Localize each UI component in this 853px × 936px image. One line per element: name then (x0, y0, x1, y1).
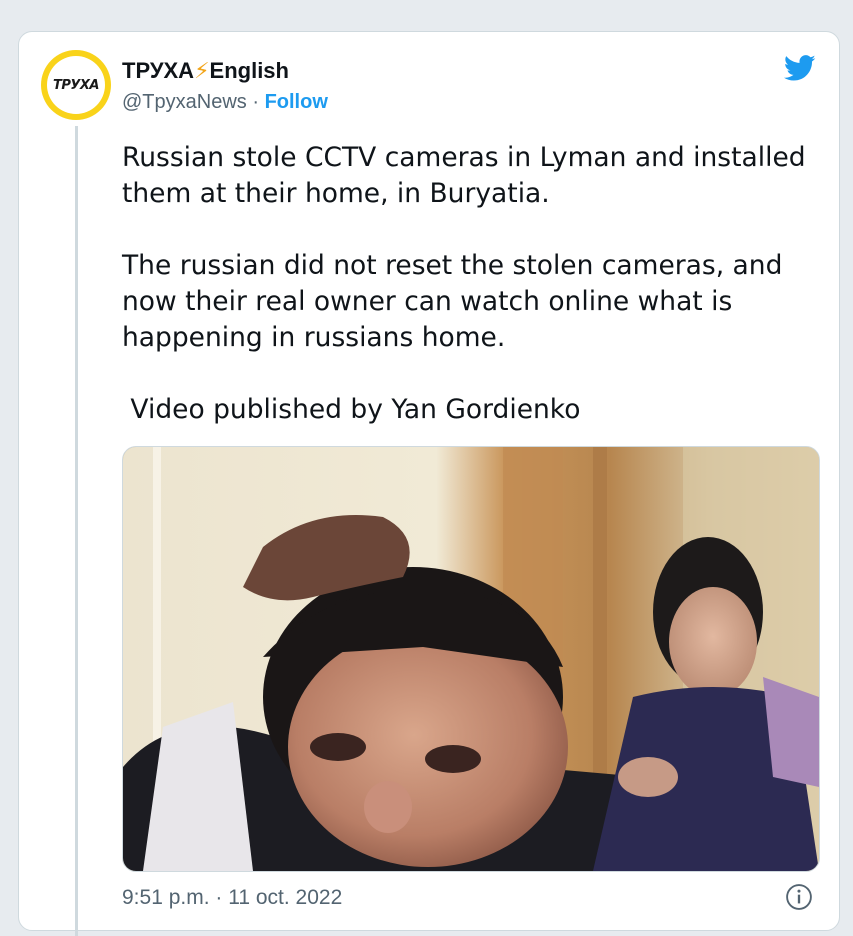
tweet-line: The russian did not reset the stolen cam… (122, 250, 783, 281)
tweet-line: Russian stole CCTV cameras in Lyman and … (122, 142, 806, 173)
follow-link[interactable]: Follow (265, 91, 328, 113)
author-display-name[interactable]: ТРУХА⚡English (122, 58, 289, 84)
video-still-image (123, 447, 819, 871)
display-name-suffix: English (209, 58, 289, 83)
display-name-text: ТРУХА (122, 58, 195, 83)
tweet-line: happening in russians home. (122, 322, 506, 353)
tweet-body: Russian stole CCTV cameras in Lyman and … (122, 140, 822, 428)
author-handle-row: @TpyxaNews · Follow (122, 91, 328, 114)
info-icon[interactable] (785, 883, 813, 911)
handle-separator: · (246, 91, 265, 113)
tweet-timestamp[interactable]: 9:51 p.m. · 11 oct. 2022 (122, 886, 342, 910)
avatar-logo-text: ТРУХА (47, 56, 105, 114)
tweet-line: now their real owner can watch online wh… (122, 286, 733, 317)
tweet-video[interactable] (122, 446, 820, 872)
tweet-card: ТРУХА ТРУХА⚡English @TpyxaNews · Follow … (18, 31, 840, 936)
author-avatar[interactable]: ТРУХА (41, 50, 111, 120)
lightning-bolt-emoji: ⚡ (194, 58, 210, 83)
thread-line (75, 126, 78, 936)
tweet-line: Video published by Yan Gordienko (122, 394, 581, 425)
author-handle[interactable]: @TpyxaNews (122, 91, 247, 113)
twitter-bird-icon[interactable] (782, 52, 818, 84)
tweet-line: them at their home, in Buryatia. (122, 178, 550, 209)
